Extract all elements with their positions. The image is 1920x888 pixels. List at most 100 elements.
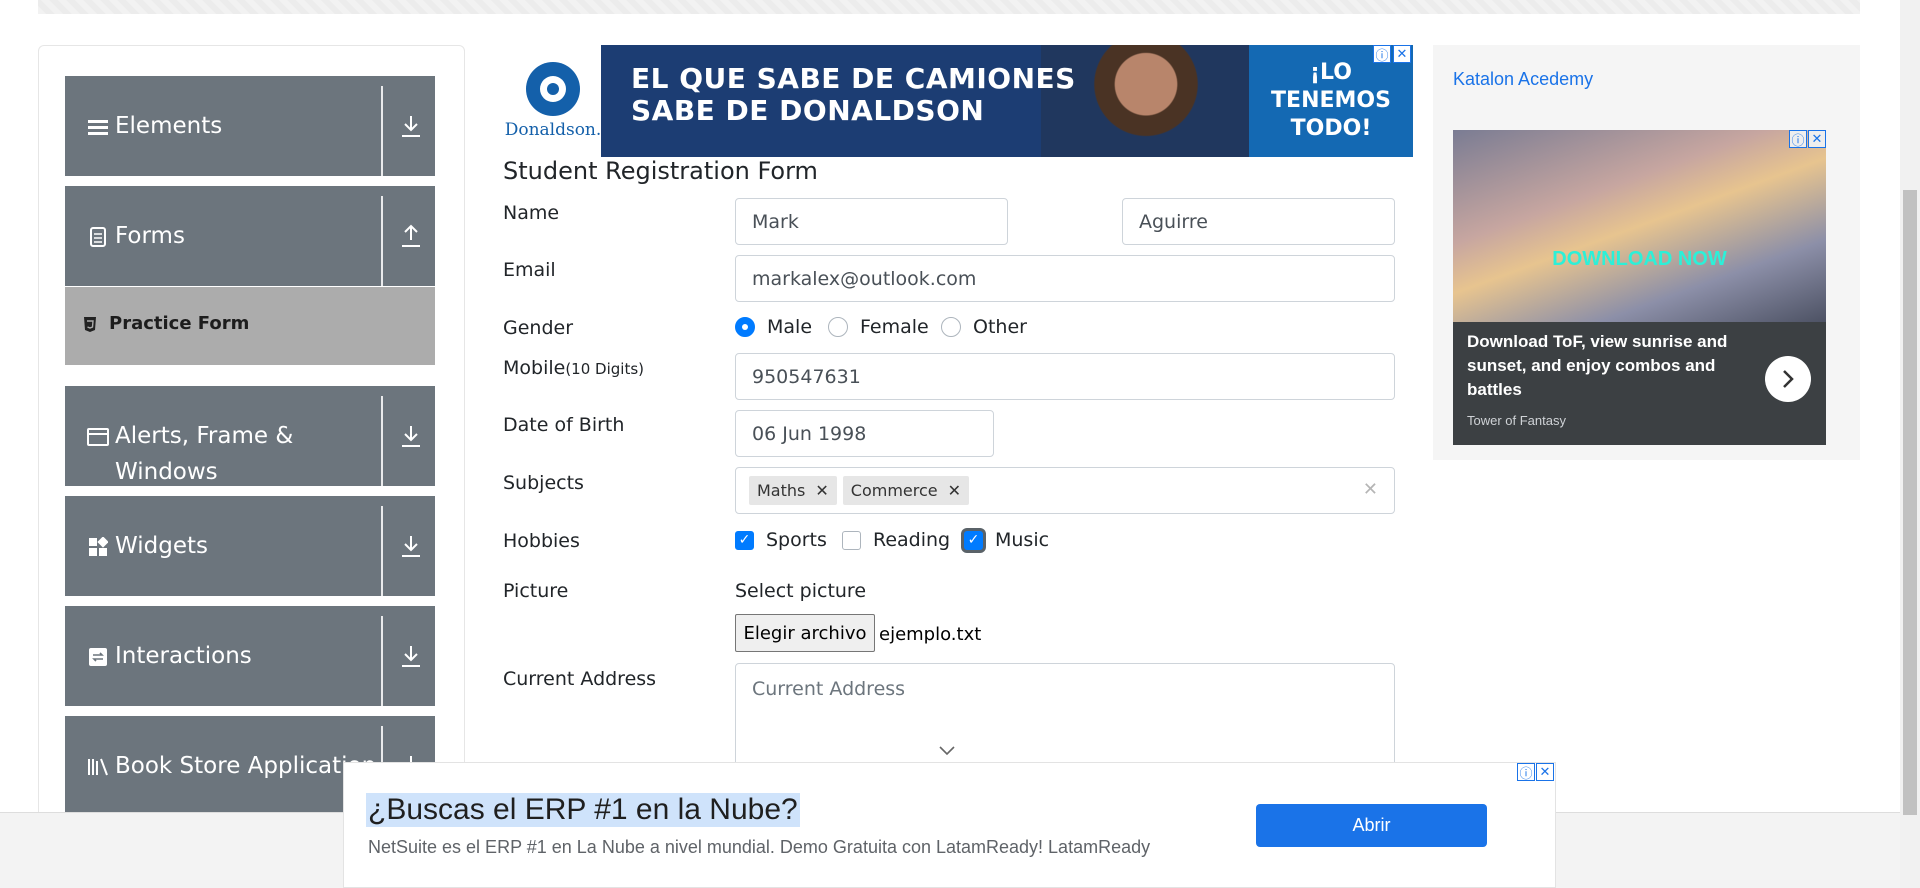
- ad-info-icon[interactable]: ⓘ: [1789, 130, 1807, 149]
- checkbox-label: Reading: [873, 529, 951, 551]
- select-picture-label: Select picture: [735, 580, 867, 602]
- download-icon[interactable]: [397, 110, 425, 142]
- books-icon: [87, 756, 109, 778]
- subject-tag: Commerce ✕: [842, 476, 970, 505]
- hobby-checkbox-sports[interactable]: ✓ Sports: [735, 529, 827, 551]
- ad-image[interactable]: EL QUE SABE DE CAMIONES SABE DE DONALDSO…: [601, 45, 1413, 157]
- hobby-checkbox-music[interactable]: ✓ Music: [964, 529, 1049, 551]
- ad-close-icon[interactable]: ✕: [1393, 45, 1411, 63]
- dob-label: Date of Birth: [503, 414, 625, 436]
- current-address-textarea[interactable]: Current Address: [735, 663, 1395, 773]
- download-icon[interactable]: [397, 530, 425, 562]
- sidebar-group-interactions[interactable]: Interactions: [65, 606, 435, 706]
- html5-icon: [83, 316, 97, 337]
- ad-close-icon[interactable]: ✕: [1808, 130, 1826, 148]
- mobile-hint: (10 Digits): [565, 360, 644, 378]
- checkmark-icon[interactable]: ✓: [964, 530, 983, 550]
- subject-tag-label: Maths: [757, 481, 806, 500]
- sidebar-group-forms[interactable]: Forms: [65, 186, 435, 286]
- ad-description: NetSuite es el ERP #1 en La Nube a nivel…: [368, 837, 1151, 857]
- ad-banner-top[interactable]: Donaldson. EL QUE SABE DE CAMIONES SABE …: [505, 45, 1413, 157]
- sidebar-group-label: Alerts, Frame & Windows: [115, 423, 294, 485]
- last-name-input[interactable]: Aguirre: [1122, 198, 1395, 245]
- top-strip: [38, 0, 1860, 14]
- gender-radio-male[interactable]: Male: [735, 316, 812, 338]
- divider: [381, 396, 383, 486]
- checkbox-box[interactable]: [842, 530, 861, 550]
- checkbox-label: Sports: [766, 529, 827, 551]
- hobby-checkbox-reading[interactable]: Reading: [842, 529, 950, 551]
- sidebar-group-alerts[interactable]: Alerts, Frame & Windows: [65, 386, 435, 486]
- remove-tag-icon[interactable]: ✕: [938, 481, 969, 500]
- gender-radio-female[interactable]: Female: [828, 316, 929, 338]
- radio-label: Male: [767, 316, 813, 338]
- form-title: Student Registration Form: [503, 157, 818, 185]
- email-input[interactable]: markalex@outlook.com: [735, 255, 1395, 302]
- widgets-icon: [87, 536, 109, 558]
- katalon-link[interactable]: Katalon Acedemy: [1453, 69, 1593, 90]
- gender-radio-other[interactable]: Other: [941, 316, 1027, 338]
- ad-description: Download ToF, view sunrise and sunset, a…: [1467, 332, 1728, 399]
- checkmark-icon[interactable]: ✓: [735, 530, 754, 550]
- radio-button[interactable]: [828, 317, 848, 337]
- subjects-label: Subjects: [503, 472, 584, 494]
- sidebar-item-practice-form[interactable]: Practice Form: [65, 287, 435, 365]
- first-name-input[interactable]: Mark: [735, 198, 1008, 245]
- address-label: Current Address: [503, 668, 657, 690]
- download-icon[interactable]: [397, 420, 425, 452]
- ad-close-icon[interactable]: ✕: [1536, 763, 1554, 781]
- sidebar-group-label: Widgets: [115, 533, 208, 559]
- ad-artwork: [1453, 130, 1826, 322]
- ad-info-icon[interactable]: ⓘ: [1517, 763, 1535, 782]
- ad-card[interactable]: DOWNLOAD NOW Download ToF, view sunrise …: [1453, 130, 1826, 445]
- chevron-right-icon[interactable]: [1765, 356, 1811, 402]
- email-label: Email: [503, 259, 556, 281]
- mobile-label-text: Mobile: [503, 357, 566, 379]
- clear-icon[interactable]: ✕: [1363, 479, 1378, 500]
- divider: [381, 196, 383, 286]
- ad-tagline-line-2: TENEMOS: [1271, 88, 1391, 113]
- gender-label: Gender: [503, 317, 574, 339]
- ad-headline: EL QUE SABE DE CAMIONES SABE DE DONALDSO…: [631, 63, 1076, 127]
- remove-tag-icon[interactable]: ✕: [805, 481, 836, 500]
- sidebar-group-widgets[interactable]: Widgets: [65, 496, 435, 596]
- ad-headline-line-1: EL QUE SABE DE CAMIONES: [631, 62, 1076, 95]
- interactions-icon: [87, 646, 109, 668]
- sidebar-group-label: Elements: [115, 113, 223, 139]
- ad-banner-bottom[interactable]: ¿Buscas el ERP #1 en la Nube? NetSuite e…: [343, 762, 1556, 888]
- subjects-input[interactable]: Maths ✕ Commerce ✕ ✕: [735, 467, 1395, 514]
- radio-button[interactable]: [735, 317, 755, 337]
- brand-logo: Donaldson.: [505, 45, 601, 157]
- ad-info-icon[interactable]: ⓘ: [1373, 45, 1391, 64]
- menu-icon: [87, 116, 109, 138]
- picture-label: Picture: [503, 580, 569, 602]
- date-of-birth-input[interactable]: 06 Jun 1998: [735, 410, 994, 457]
- sidebar-item-label: Practice Form: [109, 313, 250, 334]
- radio-label: Other: [973, 316, 1027, 338]
- brand-name: Donaldson.: [504, 120, 602, 140]
- hobbies-label: Hobbies: [503, 530, 580, 552]
- download-icon[interactable]: [397, 640, 425, 672]
- ad-headline-line-2: SABE DE DONALDSON: [631, 94, 985, 127]
- scrollbar-thumb[interactable]: [1903, 190, 1917, 815]
- ad-sidebar: Katalon Acedemy DOWNLOAD NOW Download To…: [1433, 45, 1860, 460]
- scrollbar[interactable]: [1900, 0, 1920, 888]
- ad-source: Tower of Fantasy: [1467, 413, 1566, 428]
- window-icon: [87, 426, 109, 448]
- choose-file-button[interactable]: Elegir archivo: [735, 614, 875, 652]
- file-name: ejemplo.txt: [879, 624, 982, 645]
- divider: [381, 616, 383, 706]
- checkbox-label: Music: [995, 529, 1050, 551]
- radio-button[interactable]: [941, 317, 961, 337]
- divider: [381, 86, 383, 176]
- mobile-label: Mobile(10 Digits): [503, 357, 644, 379]
- sidebar-group-label: Interactions: [115, 643, 252, 669]
- download-now-text: DOWNLOAD NOW: [1552, 248, 1727, 270]
- upload-icon[interactable]: [397, 220, 425, 252]
- sidebar-group-label: Forms: [115, 223, 185, 249]
- ad-tagline-line-3: TODO!: [1290, 116, 1372, 141]
- sidebar-group-label: Book Store Application: [115, 753, 377, 779]
- open-button[interactable]: Abrir: [1256, 804, 1487, 847]
- mobile-input[interactable]: 950547631: [735, 353, 1395, 400]
- sidebar-group-elements[interactable]: Elements: [65, 76, 435, 176]
